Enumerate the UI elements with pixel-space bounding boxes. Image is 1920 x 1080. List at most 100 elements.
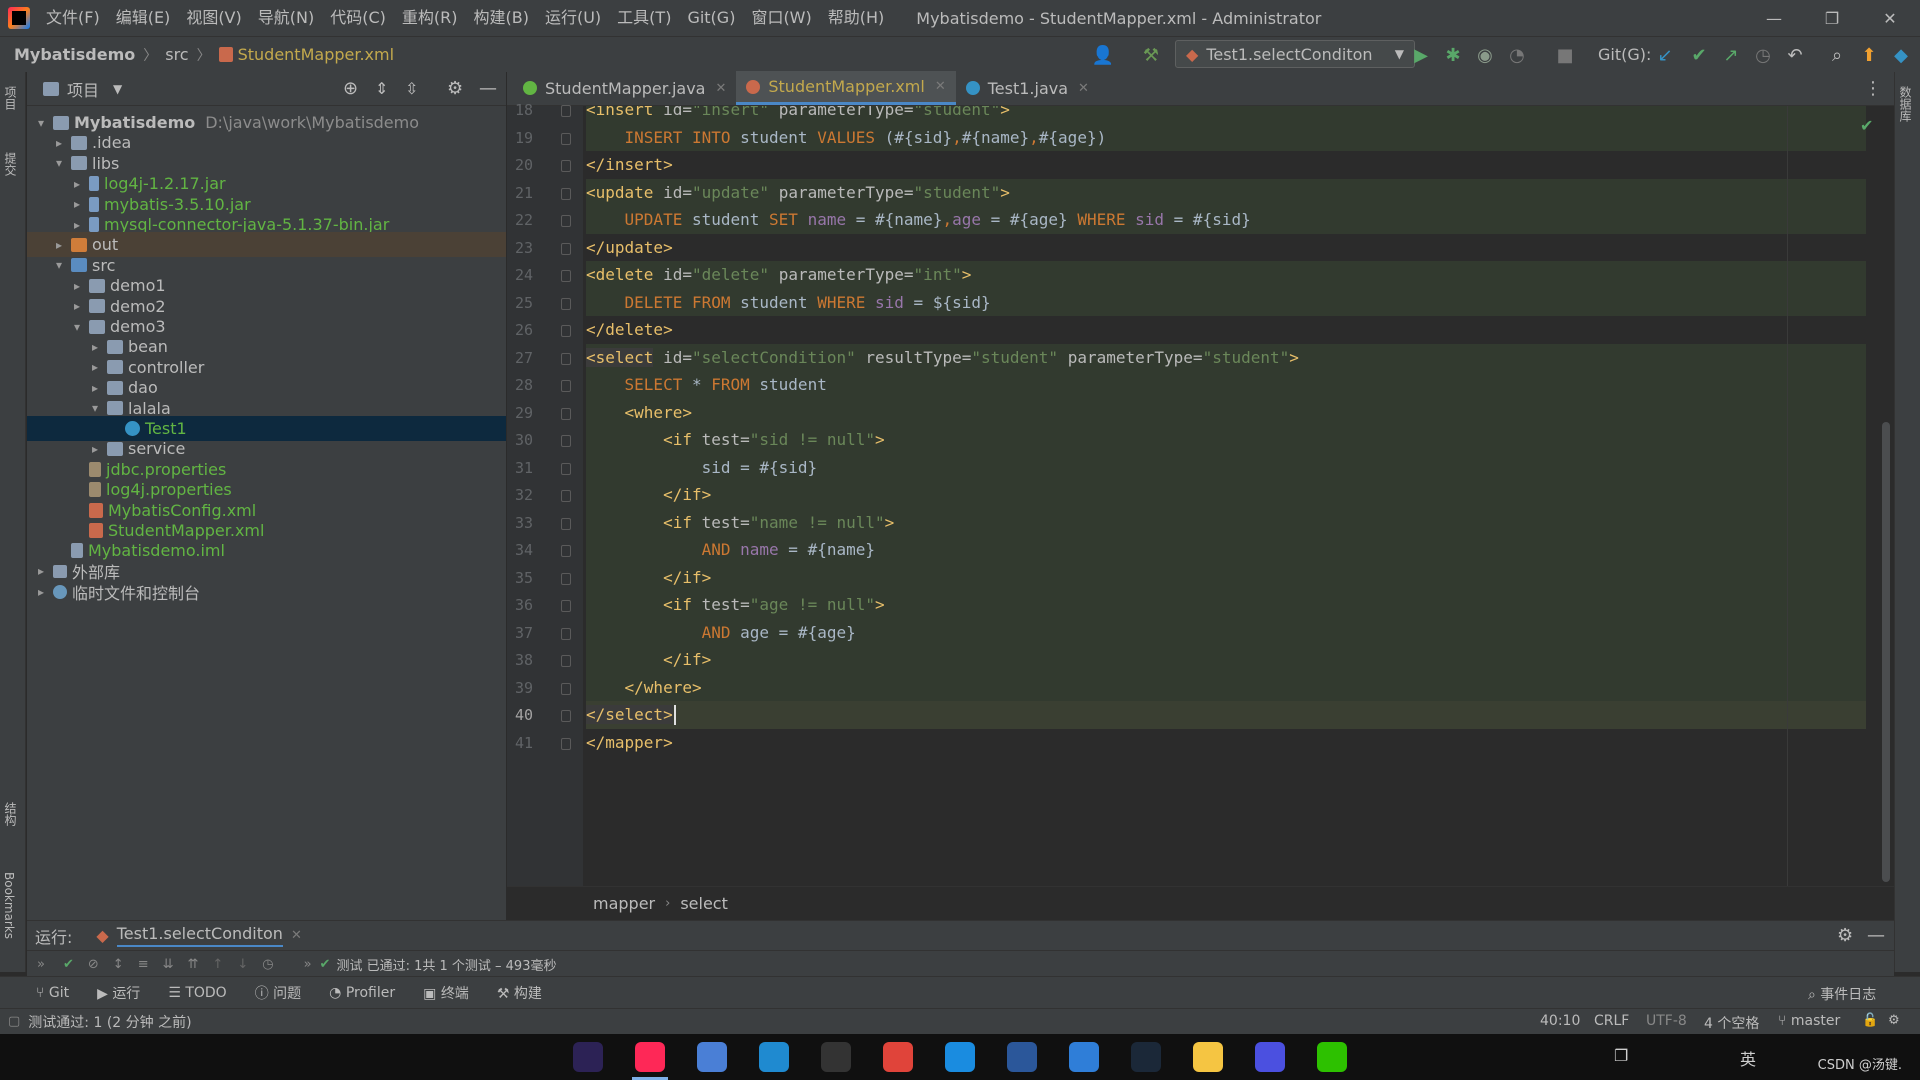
crumb-file[interactable]: StudentMapper.xml [238,45,394,64]
wechat-taskbar-icon[interactable] [1308,1034,1356,1080]
code-line[interactable]: INSERT INTO student VALUES (#{sid},#{nam… [586,123,1866,151]
code-line[interactable]: <if test="age != null"> [586,591,1866,619]
editor-tab[interactable]: StudentMapper.java ✕ [513,71,736,105]
hide-icon[interactable]: — [479,78,497,99]
fold-marker-icon[interactable] [561,380,571,392]
code-line[interactable]: <if test="name != null"> [586,508,1866,536]
code-line[interactable]: <update id="update" parameterType="stude… [586,178,1866,206]
fold-marker-icon[interactable] [561,270,571,282]
update-icon[interactable]: ⬆ [1854,40,1884,70]
fold-marker-icon[interactable] [561,490,571,502]
run-tool-button[interactable]: ▶ 运行 [97,983,140,1003]
status-message[interactable]: 测试通过: 1 (2 分钟 之前) [28,1012,191,1032]
prev-icon[interactable]: ↑ [212,957,223,972]
code-line[interactable]: SELECT * FROM student [586,371,1866,399]
menu-item[interactable]: 帮助(H) [820,0,893,36]
chevron-down-icon[interactable]: ▾ [33,116,49,130]
database-tool-button[interactable]: 数据库 [1897,86,1914,122]
steam-taskbar-icon[interactable] [1122,1034,1170,1080]
close-icon[interactable]: ✕ [1078,81,1089,96]
code-line[interactable]: </update> [586,234,1866,262]
vmware-taskbar-icon[interactable] [750,1034,798,1080]
expand-toolbar-icon[interactable]: » [37,957,45,972]
fold-marker-icon[interactable] [561,572,571,585]
chromium-taskbar-icon[interactable] [688,1034,736,1080]
tree-item[interactable]: ▸ 临时文件和控制台 [27,579,506,604]
fold-marker-icon[interactable] [561,627,571,640]
chevron-right-icon[interactable]: ▸ [87,381,103,395]
word-taskbar-icon[interactable] [998,1034,1046,1080]
history-icon[interactable]: ◷ [1748,40,1778,70]
run-icon[interactable]: ▶ [1406,40,1436,70]
menu-item[interactable]: 构建(B) [466,0,537,36]
intellij-taskbar-icon[interactable] [626,1034,674,1080]
editor-tab[interactable]: StudentMapper.xml ✕ [736,71,956,105]
inspection-ok-icon[interactable]: ✔ [1860,116,1880,136]
stop-icon[interactable]: ■ [1550,40,1580,70]
gear-icon[interactable]: ⚙ [1837,925,1853,946]
minimize-button[interactable]: — [1745,0,1803,36]
profiler-tool-button[interactable]: ◔ Profiler [329,985,395,1001]
fold-marker-icon[interactable] [561,655,571,667]
code-line[interactable]: <insert id="insert" parameterType="stude… [586,106,1866,124]
chevron-down-icon[interactable]: ▾ [69,320,85,334]
lock-icon[interactable]: 🔓 [1862,1013,1878,1028]
fold-marker-icon[interactable] [561,352,571,365]
explorer-taskbar-icon[interactable] [1184,1034,1232,1080]
rollback-icon[interactable]: ↶ [1780,40,1810,70]
git-push-icon[interactable]: ↗ [1716,40,1746,70]
todo-tool-button[interactable]: ☰ TODO [168,985,226,1001]
code-line[interactable]: AND age = #{age} [586,618,1866,646]
fold-marker-icon[interactable] [561,462,571,475]
crumb-project[interactable]: Mybatisdemo [14,45,135,64]
menu-item[interactable]: 重构(R) [394,0,466,36]
more-icon[interactable]: ⋮ [1864,78,1882,99]
chevron-right-icon[interactable]: ▸ [69,279,85,293]
code-line[interactable]: </where> [586,673,1866,701]
chevron-right-icon[interactable]: ▸ [87,442,103,456]
chevron-down-icon[interactable]: ▾ [87,401,103,415]
git-tool-button[interactable]: ⑂ Git [36,985,69,1001]
fold-marker-icon[interactable] [561,710,571,722]
fold-marker-icon[interactable] [561,325,571,337]
collapse-icon[interactable]: ⇈ [188,957,199,972]
indent-setting[interactable]: 4 个空格 [1704,1013,1759,1033]
chevron-down-icon[interactable]: ▼ [113,82,122,96]
fold-marker-icon[interactable] [561,517,571,530]
chevron-right-icon[interactable]: ▸ [33,564,49,578]
build-hammer-icon[interactable]: ⚒ [1136,40,1166,70]
code-line[interactable]: </if> [586,481,1866,509]
editor-tab[interactable]: Test1.java ✕ [956,71,1099,105]
run-config-selector[interactable]: ◆ Test1.selectConditon ▼ [1175,40,1415,68]
menu-item[interactable]: 导航(N) [250,0,322,36]
chevron-right-icon[interactable]: ▸ [69,218,85,232]
chevron-right-icon[interactable]: ▸ [87,360,103,374]
layout-icon[interactable]: ▢ [8,1014,20,1029]
code-line[interactable]: <select id="selectCondition" resultType=… [586,343,1866,371]
next-icon[interactable]: ↓ [237,957,248,972]
event-log-button[interactable]: ⌕ 事件日志 [1808,984,1876,1004]
project-view-label[interactable]: 项目 [67,77,99,101]
user-icon[interactable]: 👤 [1088,40,1118,70]
code-editor[interactable]: <insert id="insert" parameterType="stude… [586,106,1866,886]
breadcrumb-select[interactable]: select [680,894,728,913]
expand-icon[interactable]: ⇊ [163,957,174,972]
code-line[interactable]: </insert> [586,151,1866,179]
run-config-tab[interactable]: Test1.selectConditon [116,924,283,947]
task-view-icon[interactable]: ❐ [1614,1046,1628,1065]
fold-marker-icon[interactable] [561,737,571,750]
code-line[interactable]: sid = #{sid} [586,453,1866,481]
code-line[interactable]: </delete> [586,316,1866,344]
history-icon[interactable]: ◷ [262,957,273,972]
menu-item[interactable]: 编辑(E) [108,0,179,36]
hide-icon[interactable]: — [1867,925,1885,946]
fold-marker-icon[interactable] [561,435,571,447]
collapse-all-icon[interactable]: ⇳ [405,79,418,98]
expand-toolbar-icon[interactable]: » [304,957,312,972]
close-icon[interactable]: ✕ [715,81,726,96]
code-line[interactable]: <where> [586,398,1866,426]
code-line[interactable]: UPDATE student SET name = #{name},age = … [586,206,1866,234]
chevron-right-icon[interactable]: ▸ [51,136,67,150]
close-window-button[interactable]: ✕ [1861,0,1919,36]
bookmarks-tool-button[interactable]: Bookmarks [2,872,16,939]
